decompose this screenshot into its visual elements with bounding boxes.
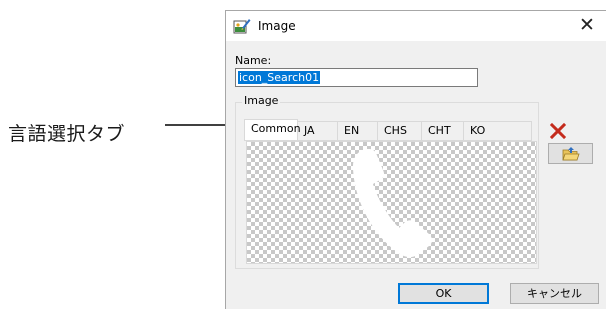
tab-ko[interactable]: KO xyxy=(464,121,532,140)
ok-button[interactable]: OK xyxy=(398,283,489,304)
image-preview xyxy=(246,141,537,264)
language-tab-annotation: 言語選択タブ xyxy=(8,123,126,145)
tab-ja[interactable]: JA xyxy=(298,121,338,140)
delete-button[interactable] xyxy=(548,121,568,141)
language-tabs: Common JA EN CHS CHT KO xyxy=(244,119,532,140)
red-x-icon xyxy=(550,123,566,139)
cancel-button[interactable]: キャンセル xyxy=(510,283,599,304)
name-label: Name: xyxy=(235,54,272,67)
phone-handset-icon xyxy=(353,149,432,258)
name-field[interactable]: icon_Search01 xyxy=(235,68,478,87)
tab-common[interactable]: Common xyxy=(244,119,301,140)
close-button[interactable]: ✕ xyxy=(576,14,598,36)
name-field-value: icon_Search01 xyxy=(238,71,321,84)
title-bar[interactable]: Image ✕ xyxy=(226,11,606,41)
tab-chs[interactable]: CHS xyxy=(378,121,422,140)
open-folder-icon xyxy=(561,146,580,160)
image-edit-icon xyxy=(233,19,251,34)
image-group-label: Image xyxy=(242,94,281,107)
tab-cht[interactable]: CHT xyxy=(422,121,464,140)
dialog-title: Image xyxy=(258,19,296,33)
tab-en[interactable]: EN xyxy=(338,121,378,140)
image-dialog: Image ✕ Name: icon_Search01 Image Common… xyxy=(225,10,606,309)
open-image-button[interactable] xyxy=(548,143,593,164)
